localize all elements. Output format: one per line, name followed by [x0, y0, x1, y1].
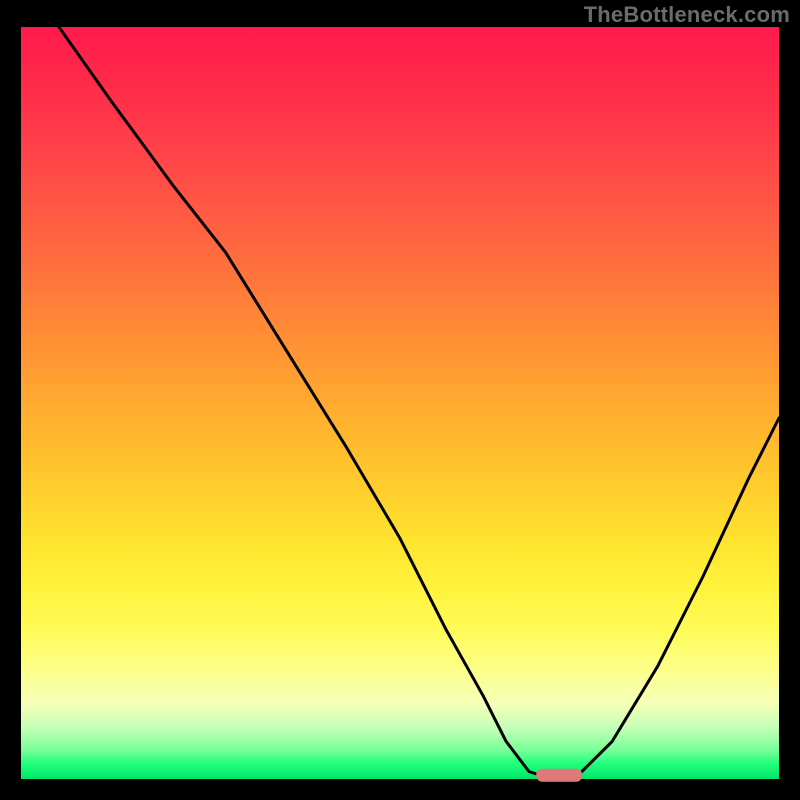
bottleneck-curve — [59, 27, 779, 779]
optimal-marker — [536, 769, 582, 782]
chart-frame: TheBottleneck.com — [0, 0, 800, 800]
plot-svg — [21, 27, 779, 779]
watermark-text: TheBottleneck.com — [584, 2, 790, 28]
plot-area — [21, 27, 779, 779]
